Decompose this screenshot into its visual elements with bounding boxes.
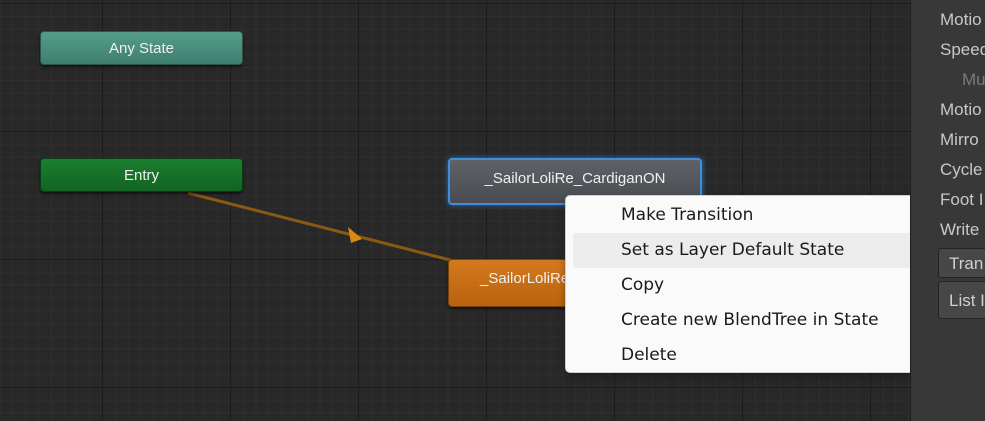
menu-item-copy[interactable]: Copy	[573, 268, 919, 303]
menu-item-make-transition[interactable]: Make Transition	[573, 198, 919, 233]
entry-node[interactable]: Entry	[40, 158, 243, 192]
inspector-cycle-offset-label: Cycle	[940, 160, 983, 179]
inspector-multiplier-label: Mu	[962, 70, 985, 89]
menu-item-create-blendtree[interactable]: Create new BlendTree in State	[573, 303, 919, 338]
transition-arrow-icon	[348, 227, 362, 243]
inspector-speed-label: Speed	[940, 40, 985, 59]
inspector-panel: Motio Speed Mu Motio Mirro Cycle Foot I …	[910, 0, 985, 421]
inspector-write-defaults-label: Write	[940, 220, 980, 239]
transitions-list[interactable]: List I	[938, 281, 985, 319]
menu-item-delete[interactable]: Delete	[573, 338, 919, 373]
menu-item-set-default-state[interactable]: Set as Layer Default State	[573, 233, 919, 268]
entry-to-default-transition[interactable]	[187, 191, 455, 263]
inspector-motion-time-label: Motio	[940, 100, 982, 119]
context-menu: Make Transition Set as Layer Default Sta…	[565, 195, 927, 373]
animator-graph-canvas[interactable]: Any State Entry _SailorLoliRe_CardiganON…	[0, 0, 927, 421]
inspector-mirror-label: Mirro	[940, 130, 979, 149]
inspector-motion-label: Motio	[940, 10, 982, 29]
transitions-header[interactable]: Tran	[938, 248, 985, 278]
any-state-node[interactable]: Any State	[40, 31, 243, 65]
inspector-foot-ik-label: Foot I	[940, 190, 984, 209]
